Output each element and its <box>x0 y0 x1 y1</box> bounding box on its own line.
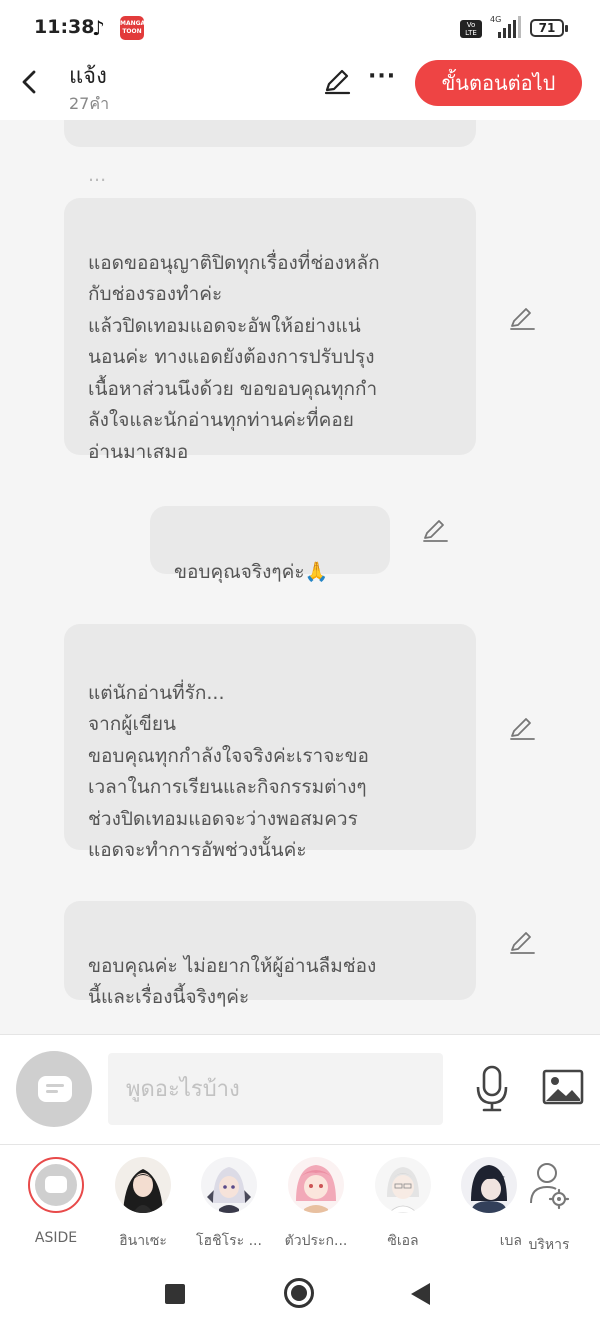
word-count: 27คำ <box>69 94 110 113</box>
character-bar: ASIDE ฮินาเซะ โฮชิโระ ... ตัวประก... ซิเ… <box>0 1144 600 1254</box>
next-step-button[interactable]: ขั้นตอนต่อไป <box>415 60 582 106</box>
pencil-icon[interactable] <box>421 516 449 544</box>
chevron-left-icon[interactable] <box>14 64 46 100</box>
character-main[interactable]: ตัวประก... <box>277 1157 355 1253</box>
message-text: ขอบคุณค่ะ ไม่อยากให้ผู้อ่านลืมช่อง นี้แล… <box>88 954 377 1009</box>
avatar <box>28 1157 84 1213</box>
character-name: ASIDE <box>34 1230 78 1246</box>
message-input[interactable] <box>108 1053 443 1125</box>
signal-icon: 4G <box>490 15 521 38</box>
message-text: ขอบคุณจริงๆค่ะ🙏 <box>174 561 329 583</box>
message-bubble[interactable]: ขอบคุณจริงๆค่ะ🙏 <box>150 506 390 583</box>
message-bubble[interactable]: แอดขออนุญาติปิดทุกเรื่องที่ช่องหลัก กับช… <box>64 198 476 463</box>
image-icon[interactable] <box>542 1069 584 1105</box>
avatar <box>375 1157 431 1213</box>
page-title: แจ้ง <box>69 64 107 89</box>
message-text: ... <box>88 164 107 186</box>
pencil-icon[interactable] <box>508 928 536 956</box>
home-icon[interactable] <box>284 1278 314 1308</box>
recent-apps-icon[interactable] <box>165 1284 185 1304</box>
avatar <box>115 1157 171 1213</box>
manage-characters-button[interactable]: บริหาร <box>510 1157 588 1253</box>
user-settings-icon <box>530 1163 570 1210</box>
tiktok-notification-icon: ♪ <box>92 16 105 40</box>
more-icon[interactable]: ··· <box>368 66 396 96</box>
pencil-icon[interactable] <box>508 714 536 742</box>
chat-bubble-icon <box>38 1076 72 1102</box>
character-aside[interactable]: ASIDE <box>17 1157 95 1253</box>
system-nav-bar <box>0 1254 600 1333</box>
message-text: แอดขออนุญาติปิดทุกเรื่องที่ช่องหลัก กับช… <box>88 251 380 463</box>
character-hoshiro[interactable]: โฮชิโระ ... <box>190 1157 268 1253</box>
character-name: ฮินาเซะ <box>119 1233 167 1249</box>
character-hinase[interactable]: ฮินาเซะ <box>104 1157 182 1253</box>
battery-indicator: 71 <box>530 19 568 37</box>
mangatoon-notification-icon: MANGA TOON <box>120 16 145 40</box>
aside-toggle-button[interactable] <box>16 1051 92 1127</box>
microphone-icon[interactable] <box>474 1065 510 1113</box>
network-type: 4G <box>490 15 501 24</box>
character-ciel[interactable]: ซิเอล <box>364 1157 442 1253</box>
message-bubble[interactable]: ... <box>64 120 476 186</box>
avatar <box>461 1157 517 1213</box>
message-text: แต่นักอ่านที่รัก... จากผู้เขียน ขอบคุณทุ… <box>88 681 369 862</box>
input-bar <box>0 1034 600 1144</box>
message-bubble[interactable]: แต่นักอ่านที่รัก... จากผู้เขียน ขอบคุณทุ… <box>64 624 476 861</box>
character-name: ตัวประก... <box>284 1233 348 1249</box>
avatar <box>288 1157 344 1213</box>
status-bar: 11:38 ♪ MANGA TOON Vo LTE 4G 71 <box>0 0 600 56</box>
character-name: โฮชิโระ ... <box>196 1233 262 1249</box>
back-icon[interactable] <box>411 1283 430 1305</box>
chat-area[interactable]: ... แอดขออนุญาติปิดทุกเรื่องที่ช่องหลัก … <box>0 120 600 1034</box>
pencil-icon[interactable] <box>508 304 536 332</box>
character-name: ซิเอล <box>387 1233 419 1249</box>
message-bubble[interactable]: ขอบคุณค่ะ ไม่อยากให้ผู้อ่านลืมช่อง นี้แล… <box>64 901 476 1008</box>
header: แจ้ง 27คำ ··· ขั้นตอนต่อไป <box>0 56 600 120</box>
pencil-icon[interactable] <box>322 66 352 96</box>
character-name: บริหาร <box>528 1237 570 1253</box>
avatar <box>201 1157 257 1213</box>
volte-icon: Vo LTE <box>460 20 482 38</box>
status-time: 11:38 <box>34 16 95 38</box>
